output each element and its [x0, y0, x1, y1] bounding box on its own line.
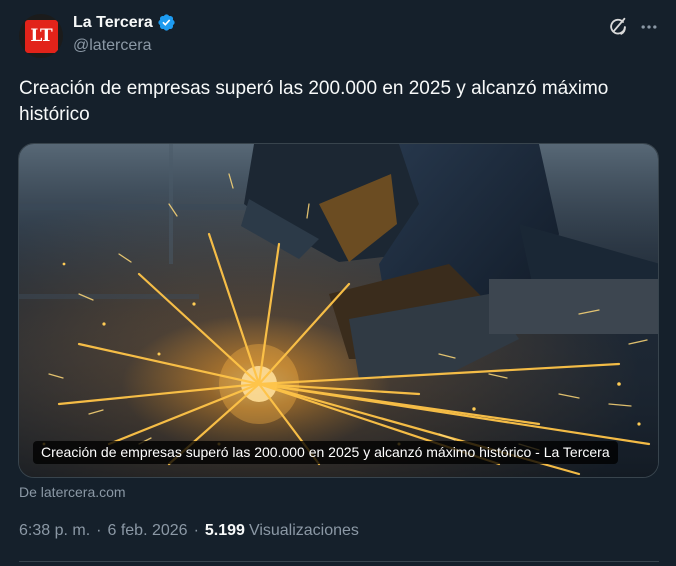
tweet-text: Creación de empresas superó las 200.000 … [19, 78, 609, 125]
more-options-button[interactable] [636, 14, 662, 40]
card-image [19, 144, 658, 477]
tweet-meta: 6:38 p. m. · 6 feb. 2026 · 5.199 Visuali… [19, 522, 359, 540]
meta-separator: · [96, 522, 102, 539]
author-handle[interactable]: @latercera [73, 37, 152, 55]
more-icon [641, 25, 657, 29]
views-label: Visualizaciones [248, 522, 359, 539]
author-display-name[interactable]: La Tercera [73, 14, 153, 32]
tweet-time[interactable]: 6:38 p. m. [19, 522, 90, 540]
card-source-link[interactable]: De latercera.com [19, 484, 126, 500]
tweet-date[interactable]: 6 feb. 2026 [107, 522, 187, 540]
divider [19, 561, 659, 562]
author-name-row: La Tercera [73, 13, 176, 32]
avatar[interactable]: LT [19, 14, 63, 58]
views-count[interactable]: 5.199 [205, 522, 245, 540]
tweet: LT La Tercera @latercera Creación de emp… [0, 0, 676, 566]
card-caption: Creación de empresas superó las 200.000 … [33, 441, 618, 464]
meta-separator: · [193, 522, 199, 539]
link-card[interactable]: Creación de empresas superó las 200.000 … [18, 143, 659, 478]
avatar-logo: LT [24, 19, 58, 53]
grok-button[interactable] [605, 14, 631, 40]
grok-icon [610, 17, 626, 35]
verified-badge-icon [158, 14, 175, 31]
